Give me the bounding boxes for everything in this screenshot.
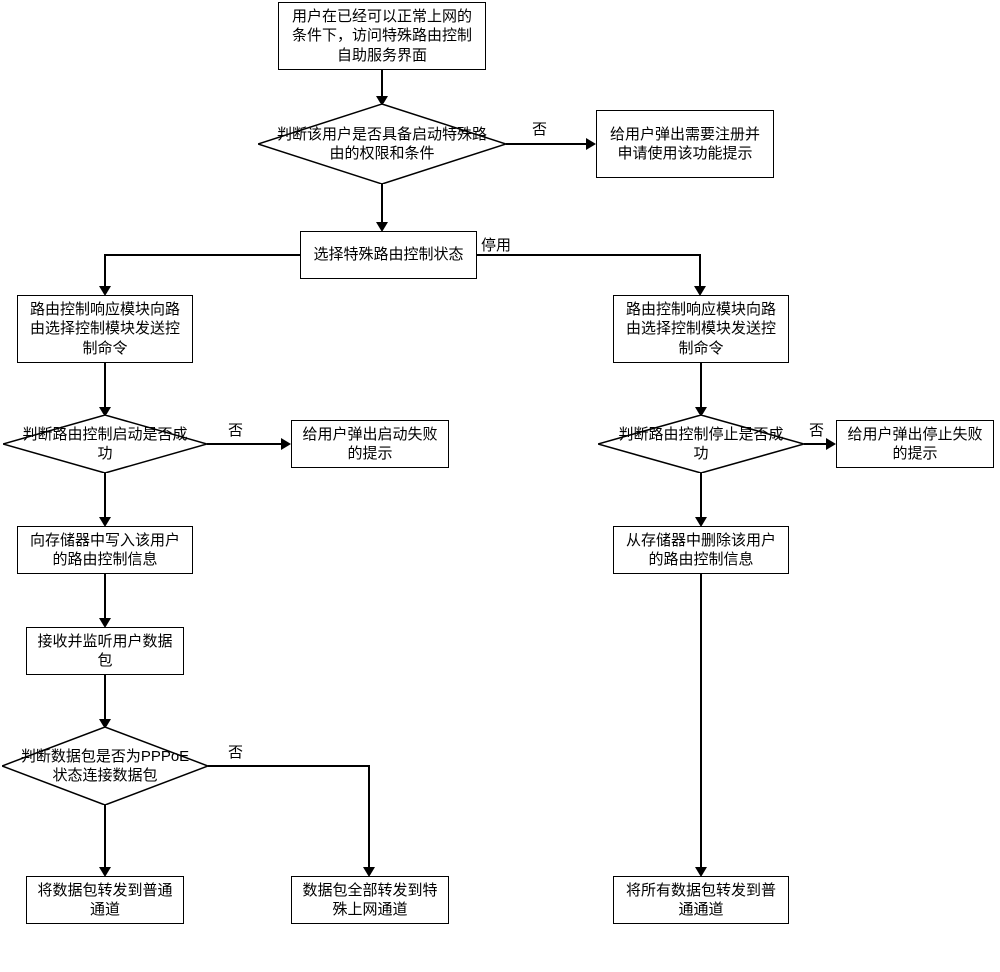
need-register-text: 给用户弹出需要注册并申请使用该功能提示 xyxy=(603,125,767,164)
fwd-all-normal-text: 将所有数据包转发到普通通道 xyxy=(620,881,782,920)
arrow-head xyxy=(281,438,291,450)
delete-store-text: 从存储器中删除该用户的路由控制信息 xyxy=(620,531,782,570)
write-store-text: 向存储器中写入该用户的路由控制信息 xyxy=(24,531,186,570)
arrow-line xyxy=(381,70,383,98)
arrow-line xyxy=(700,363,702,409)
check-pppoe-diamond: 判断数据包是否为PPPoE状态连接数据包 xyxy=(2,727,208,805)
check-start-text: 判断路由控制启动是否成功 xyxy=(3,425,207,464)
start-box: 用户在已经可以正常上网的条件下，访问特殊路由控制自助服务界面 xyxy=(278,2,486,70)
start-fail-text: 给用户弹出启动失败的提示 xyxy=(298,425,442,464)
arrow-line xyxy=(207,443,283,445)
arrow-line xyxy=(700,574,702,869)
arrow-line xyxy=(700,473,702,519)
check-perm-text: 判断该用户是否具备启动特殊路由的权限和条件 xyxy=(258,125,506,164)
start-fail-box: 给用户弹出启动失败的提示 xyxy=(291,420,449,468)
label-no: 否 xyxy=(532,118,547,139)
left-send-text: 路由控制响应模块向路由选择控制模块发送控制命令 xyxy=(24,300,186,359)
label-disable: 停用 xyxy=(481,234,511,255)
fwd-normal-text: 将数据包转发到普通通道 xyxy=(33,881,177,920)
listen-text: 接收并监听用户数据包 xyxy=(33,632,177,671)
fwd-all-normal-box: 将所有数据包转发到普通通道 xyxy=(613,876,789,924)
arrow-line xyxy=(104,473,106,519)
arrow-line xyxy=(208,765,370,767)
right-send-text: 路由控制响应模块向路由选择控制模块发送控制命令 xyxy=(620,300,782,359)
arrow-line xyxy=(104,363,106,409)
arrow-line xyxy=(104,574,106,620)
check-stop-text: 判断路由控制停止是否成功 xyxy=(598,425,804,464)
check-stop-diamond: 判断路由控制停止是否成功 xyxy=(598,415,804,473)
arrow-line xyxy=(104,254,300,256)
arrow-head xyxy=(586,138,596,150)
arrow-line xyxy=(804,443,828,445)
arrow-line xyxy=(699,254,701,288)
start-text: 用户在已经可以正常上网的条件下，访问特殊路由控制自助服务界面 xyxy=(285,7,479,66)
select-state-box: 选择特殊路由控制状态 xyxy=(300,231,477,279)
write-store-box: 向存储器中写入该用户的路由控制信息 xyxy=(17,526,193,574)
fwd-special-text: 数据包全部转发到特殊上网通道 xyxy=(298,881,442,920)
check-pppoe-text: 判断数据包是否为PPPoE状态连接数据包 xyxy=(2,747,208,786)
arrow-line xyxy=(368,765,370,869)
arrow-line xyxy=(477,254,701,256)
arrow-line xyxy=(104,675,106,721)
arrow-head xyxy=(826,438,836,450)
arrow-line xyxy=(506,143,588,145)
arrow-line xyxy=(104,805,106,869)
label-no: 否 xyxy=(228,741,243,762)
listen-box: 接收并监听用户数据包 xyxy=(26,627,184,675)
label-no: 否 xyxy=(809,419,824,440)
fwd-normal-box: 将数据包转发到普通通道 xyxy=(26,876,184,924)
stop-fail-box: 给用户弹出停止失败的提示 xyxy=(836,420,994,468)
stop-fail-text: 给用户弹出停止失败的提示 xyxy=(843,425,987,464)
arrow-line xyxy=(104,254,106,288)
select-state-text: 选择特殊路由控制状态 xyxy=(313,245,463,265)
arrow-line xyxy=(381,184,383,224)
label-no: 否 xyxy=(228,419,243,440)
left-send-box: 路由控制响应模块向路由选择控制模块发送控制命令 xyxy=(17,295,193,363)
fwd-special-box: 数据包全部转发到特殊上网通道 xyxy=(291,876,449,924)
delete-store-box: 从存储器中删除该用户的路由控制信息 xyxy=(613,526,789,574)
check-perm-diamond: 判断该用户是否具备启动特殊路由的权限和条件 xyxy=(258,104,506,184)
need-register-box: 给用户弹出需要注册并申请使用该功能提示 xyxy=(596,110,774,178)
check-start-diamond: 判断路由控制启动是否成功 xyxy=(3,415,207,473)
right-send-box: 路由控制响应模块向路由选择控制模块发送控制命令 xyxy=(613,295,789,363)
